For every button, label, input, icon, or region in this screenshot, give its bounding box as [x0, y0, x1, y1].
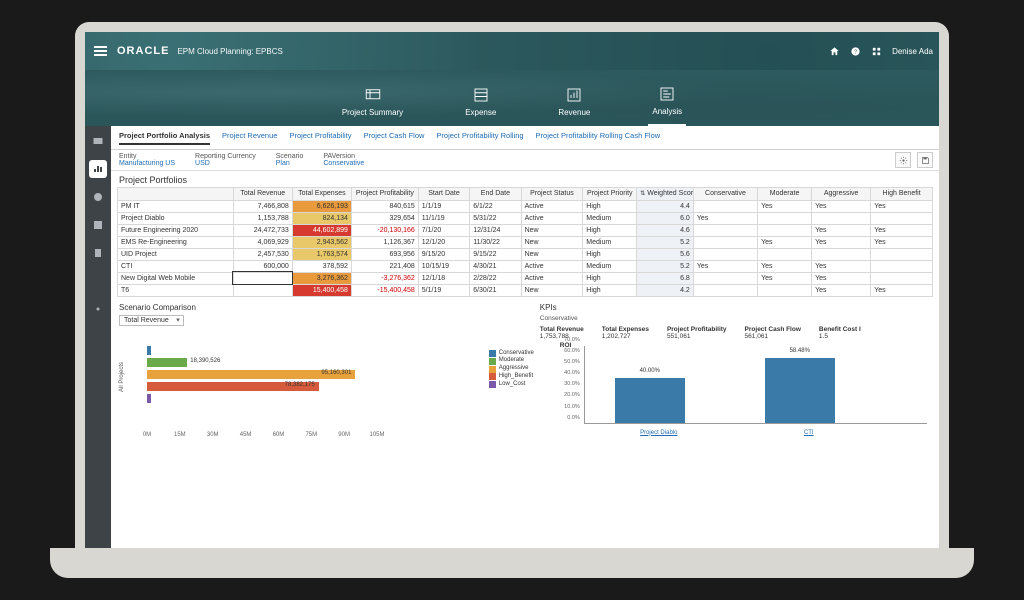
column-header[interactable]: End Date: [470, 188, 521, 201]
table-row[interactable]: CTI600,000378,592221,40810/15/194/30/21A…: [118, 260, 933, 272]
apps-icon[interactable]: [871, 46, 882, 57]
top-bar: ORACLE EPM Cloud Planning: EPBCS ? Denis…: [85, 32, 939, 70]
roi-bar-project-diablo[interactable]: 40.00%: [615, 378, 685, 423]
legend-item[interactable]: Conservative: [489, 350, 534, 358]
column-header[interactable]: ⇅ Weighted Score: [637, 188, 694, 201]
column-header[interactable]: Total Expenses: [292, 188, 351, 201]
sub-tabs: Project Portfolio Analysis Project Reven…: [111, 126, 939, 150]
chart-legend: ConservativeModerateAggressiveHigh_Benef…: [489, 350, 534, 389]
kpi-row: Total Revenue1,753,788Total Expenses1,20…: [540, 326, 931, 340]
column-header[interactable]: Moderate: [758, 188, 812, 201]
column-header[interactable]: Aggressive: [812, 188, 871, 201]
subtab-project-cash-flow[interactable]: Project Cash Flow: [364, 131, 425, 145]
column-header[interactable]: [118, 188, 234, 201]
column-header[interactable]: Project Status: [521, 188, 583, 201]
bar-conservative[interactable]: [147, 346, 151, 355]
home-icon[interactable]: [829, 46, 840, 57]
bar-high-benefit[interactable]: 78,382,175: [147, 382, 319, 391]
subtab-project-revenue[interactable]: Project Revenue: [222, 131, 277, 145]
subtab-project-profitability[interactable]: Project Profitability: [289, 131, 351, 145]
legend-item[interactable]: Moderate: [489, 357, 534, 365]
tab-revenue[interactable]: Revenue: [554, 70, 594, 126]
brand-logo: ORACLE: [117, 45, 169, 57]
grid-title: Project Portfolios: [111, 171, 939, 187]
kpi-item: Project Profitability551,061: [667, 326, 727, 340]
roi-x-label[interactable]: CTI: [764, 430, 854, 436]
legend-item[interactable]: High_Benefit: [489, 373, 534, 381]
product-title: EPM Cloud Planning: EPBCS: [177, 47, 282, 56]
filter-paversion[interactable]: Conservative: [323, 160, 364, 167]
filter-bar: EntityManufacturing US Reporting Currenc…: [111, 150, 939, 171]
rail-item-5[interactable]: [89, 244, 107, 262]
column-header[interactable]: Conservative: [693, 188, 757, 201]
table-row[interactable]: Project Diablo1,153,788824,134329,65411/…: [118, 212, 933, 224]
table-row[interactable]: T615,400,458-15,400,4585/1/196/30/21NewH…: [118, 284, 933, 296]
tab-expense[interactable]: Expense: [461, 70, 500, 126]
filter-scenario[interactable]: Plan: [276, 160, 304, 167]
kpi-title: KPIs: [540, 303, 931, 312]
filter-label: PAVersion: [323, 153, 364, 160]
bar-low-cost[interactable]: [147, 394, 151, 403]
table-row[interactable]: UID Project2,457,5301,763,574693,9569/15…: [118, 248, 933, 260]
settings-button[interactable]: [895, 152, 911, 168]
column-header[interactable]: Project Profitability: [351, 188, 418, 201]
rail-item-4[interactable]: [89, 216, 107, 234]
scenario-bar-chart: All Projects 18,390,526 95,160,301 78,382,…: [119, 332, 530, 442]
filter-label: Reporting Currency: [195, 153, 256, 160]
tab-analysis[interactable]: Analysis: [648, 70, 686, 126]
rail-item-2[interactable]: [89, 160, 107, 178]
main-content: Project Portfolio Analysis Project Reven…: [111, 126, 939, 558]
kpi-item: Benefit Cost I1.5: [819, 326, 861, 340]
column-header[interactable]: Project Priority: [583, 188, 637, 201]
laptop-base: [50, 548, 974, 578]
filter-entity[interactable]: Manufacturing US: [119, 160, 175, 167]
filter-label: Scenario: [276, 153, 304, 160]
y-axis-label: All Projects: [119, 362, 125, 392]
help-icon[interactable]: ?: [850, 46, 861, 57]
rail-item-1[interactable]: [89, 132, 107, 150]
legend-item[interactable]: Low_Cost: [489, 381, 534, 389]
save-button[interactable]: [917, 152, 933, 168]
table-row[interactable]: Future Engineering 202024,472,73344,602,…: [118, 224, 933, 236]
kpi-item: Project Cash Flow561,061: [745, 326, 801, 340]
table-row[interactable]: New Digital Web Mobile3,276,362-3,276,36…: [118, 272, 933, 284]
roi-x-label[interactable]: Project Diablo: [614, 430, 704, 436]
rail-item-7[interactable]: [89, 300, 107, 318]
scenario-title: Scenario Comparison: [119, 303, 530, 312]
filter-label: Entity: [119, 153, 175, 160]
svg-text:?: ?: [854, 49, 857, 55]
table-row[interactable]: EMS Re-Engineering4,069,9292,943,5621,12…: [118, 236, 933, 248]
subtab-profitability-rolling[interactable]: Project Profitability Rolling: [436, 131, 523, 145]
subtab-portfolio-analysis[interactable]: Project Portfolio Analysis: [119, 131, 210, 145]
rail-item-3[interactable]: [89, 188, 107, 206]
kpi-subtitle: Conservative: [540, 315, 931, 322]
x-axis-ticks: 0M15M30M45M60M75M90M105M: [147, 432, 470, 442]
user-name[interactable]: Denise Ada: [892, 47, 933, 56]
scenario-dropdown[interactable]: Total Revenue: [119, 315, 184, 326]
menu-icon[interactable]: [85, 46, 113, 56]
portfolio-grid[interactable]: Total RevenueTotal ExpensesProject Profi…: [117, 187, 933, 297]
legend-item[interactable]: Aggressive: [489, 365, 534, 373]
nav-tabs: Project Summary Expense Revenue Analysis: [85, 70, 939, 126]
bar-aggressive[interactable]: 95,160,301: [147, 370, 355, 379]
subtab-profitability-rolling-cash-flow[interactable]: Project Profitability Rolling Cash Flow: [536, 131, 661, 145]
left-rail: [85, 126, 111, 558]
roi-bar-cti[interactable]: 58.48%: [765, 358, 835, 423]
column-header[interactable]: High Benefit: [871, 188, 933, 201]
filter-currency[interactable]: USD: [195, 160, 256, 167]
kpi-item: Total Expenses1,202,727: [602, 326, 649, 340]
bar-moderate[interactable]: 18,390,526: [147, 358, 187, 367]
column-header[interactable]: Start Date: [418, 188, 469, 201]
tab-project-summary[interactable]: Project Summary: [338, 70, 407, 126]
roi-bar-chart: ROI 0.0%10.0%20.0%30.0%40.0%50.0%60.0%70…: [560, 346, 931, 436]
column-header[interactable]: Total Revenue: [233, 188, 292, 201]
table-row[interactable]: PM IT7,466,8086,626,193840,6151/1/196/1/…: [118, 200, 933, 212]
rail-item-6[interactable]: [89, 272, 107, 290]
